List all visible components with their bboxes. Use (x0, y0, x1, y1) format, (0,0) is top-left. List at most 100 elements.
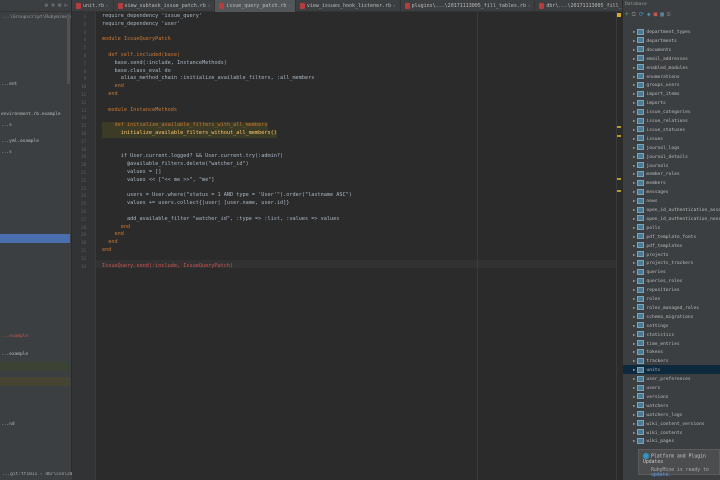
db-table-issue-relations[interactable]: ▶ issue_relations (623, 116, 720, 125)
db-table-enabled-modules[interactable]: ▶ enabled_modules (623, 63, 720, 72)
project-scrollbar[interactable] (67, 14, 70, 84)
marker[interactable] (617, 135, 621, 137)
db-table-settings[interactable]: ▶ settings (623, 321, 720, 330)
expand-arrow-icon[interactable]: ▶ (633, 198, 635, 203)
expand-arrow-icon[interactable]: ▶ (633, 278, 635, 283)
db-table-trackers[interactable]: ▶ trackers (623, 356, 720, 365)
project-tree-item[interactable]: environment.rb.example (0, 110, 70, 119)
code-line[interactable]: if User.current.logged? && User.current.… (102, 153, 283, 161)
db-table-open-id-authentication-nonces[interactable]: ▶ open_id_authentication_nonces (623, 214, 720, 223)
project-tree-item[interactable] (0, 362, 70, 371)
expand-arrow-icon[interactable]: ▶ (633, 252, 635, 257)
db-table-roles-managed-roles[interactable]: ▶ roles_managed_roles (623, 303, 720, 312)
code-line[interactable]: initialize_available_filters_without_all… (102, 130, 277, 138)
expand-arrow-icon[interactable]: ▶ (633, 127, 635, 132)
db-table-issue-statuses[interactable]: ▶ issue_statuses (623, 125, 720, 134)
expand-arrow-icon[interactable]: ▶ (633, 207, 635, 212)
expand-arrow-icon[interactable]: ▶ (633, 323, 635, 328)
expand-arrow-icon[interactable]: ▶ (633, 82, 635, 87)
expand-arrow-icon[interactable]: ▶ (633, 305, 635, 310)
expand-arrow-icon[interactable]: ▶ (633, 47, 635, 52)
code-line[interactable]: base.send(:include, InstanceMethods) (102, 60, 226, 68)
code-line[interactable]: def self.included(base) (102, 52, 180, 60)
code-line[interactable]: values = [] (102, 169, 161, 177)
db-table-members[interactable]: ▶ members (623, 178, 720, 187)
db-table-pdf-template-fonts[interactable]: ▶ pdf_template_fonts (623, 232, 720, 241)
code-editor[interactable]: 1 2 3 4 5 6 7 8 9 10 11 12 13 14 15 16 17 18 19 20 21 22 23 24 2… (72, 12, 622, 480)
db-table-watchers[interactable]: ▶ watchers (623, 401, 720, 410)
expand-arrow-icon[interactable]: ▶ (633, 180, 635, 185)
expand-arrow-icon[interactable]: ▶ (633, 216, 635, 221)
refresh-icon[interactable]: ⟳ (639, 11, 644, 19)
expand-arrow-icon[interactable]: ▶ (633, 234, 635, 239)
db-table-projects-trackers[interactable]: ▶ projects_trackers (623, 258, 720, 267)
expand-arrow-icon[interactable]: ▶ (633, 376, 635, 381)
stop-icon[interactable]: ■ (654, 11, 658, 19)
db-table-news[interactable]: ▶ news (623, 196, 720, 205)
expand-arrow-icon[interactable]: ▶ (633, 100, 635, 105)
db-table-wiki-contents[interactable]: ▶ wiki_contents (623, 428, 720, 437)
expand-arrow-icon[interactable]: ▶ (633, 163, 635, 168)
code-line[interactable]: def initialize_available_filters_with_al… (102, 122, 268, 130)
expand-arrow-icon[interactable]: ▶ (633, 412, 635, 417)
expand-arrow-icon[interactable]: ▶ (633, 38, 635, 43)
db-table-open-id-authentication-associations[interactable]: ▶ open_id_authentication_associations (623, 205, 720, 214)
gear-icon[interactable]: ⚙ (58, 2, 62, 9)
db-table-pdf-templates[interactable]: ▶ pdf_templates (623, 241, 720, 250)
project-tree-item[interactable]: ...ent (0, 80, 70, 89)
code-line[interactable]: end (102, 224, 130, 232)
close-tab-icon[interactable]: × (106, 0, 108, 12)
expand-arrow-icon[interactable]: ▶ (633, 189, 635, 194)
code-line[interactable]: IssueQuery.send(:include, IssueQueryPatc… (102, 263, 233, 271)
db-table-users[interactable]: ▶ users (623, 383, 720, 392)
code-line[interactable]: require_dependency 'user' (102, 21, 180, 29)
code-line[interactable]: module InstanceMethods (102, 107, 177, 115)
code-line[interactable]: users = User.where("status = 1 AND type … (102, 192, 352, 200)
tab-plugins-20171113005-fill-tables-rb[interactable]: plugins\...\20171113005_fill_tables.rb × (401, 0, 536, 12)
expand-arrow-icon[interactable]: ▶ (633, 29, 635, 34)
db-table-email-addresses[interactable]: ▶ email_addresses (623, 54, 720, 63)
db-table-statistics[interactable]: ▶ statistics (623, 330, 720, 339)
expand-arrow-icon[interactable]: ▶ (633, 109, 635, 114)
code-line[interactable]: values += users.collect{|user| [user.nam… (102, 200, 289, 208)
expand-arrow-icon[interactable]: ▶ (633, 118, 635, 123)
expand-arrow-icon[interactable]: ▶ (633, 332, 635, 337)
expand-arrow-icon[interactable]: ▶ (633, 171, 635, 176)
db-table-time-entries[interactable]: ▶ time_entries (623, 339, 720, 348)
db-table-imports[interactable]: ▶ imports (623, 98, 720, 107)
schema-icon[interactable]: ◈ (647, 11, 651, 19)
expand-arrow-icon[interactable]: ▶ (633, 269, 635, 274)
code-line[interactable]: end (102, 83, 123, 91)
expand-arrow-icon[interactable]: ▶ (633, 341, 635, 346)
expand-arrow-icon[interactable]: ▶ (633, 438, 635, 443)
expand-arrow-icon[interactable]: ▶ (633, 154, 635, 159)
db-table-watchers-logs[interactable]: ▶ watchers_logs (623, 410, 720, 419)
db-table-wiki-pages[interactable]: ▶ wiki_pages (623, 436, 720, 445)
expand-arrow-icon[interactable]: ▶ (633, 225, 635, 230)
expand-arrow-icon[interactable]: ▶ (633, 136, 635, 141)
code-line[interactable]: base.class_eval do (102, 68, 170, 76)
db-table-wiki-content-versions[interactable]: ▶ wiki_content_versions (623, 419, 720, 428)
hide-icon[interactable]: ⊢ (64, 2, 68, 9)
project-tree-item[interactable]: ...nd (0, 420, 70, 429)
code-line[interactable]: values << ["<< me >>", "me"] (102, 177, 214, 185)
db-table-projects[interactable]: ▶ projects (623, 250, 720, 259)
tab-unit-rb[interactable]: unit.rb × (72, 0, 114, 12)
db-table-issue-categories[interactable]: ▶ issue_categories (623, 107, 720, 116)
code-line[interactable]: module IssueQueryPatch (102, 36, 171, 44)
marker[interactable] (617, 190, 621, 192)
table-icon[interactable]: ▦ (660, 11, 664, 19)
code-line[interactable]: end (102, 91, 117, 99)
code-line[interactable]: end (102, 239, 117, 247)
expand-arrow-icon[interactable]: ▶ (633, 349, 635, 354)
code-line[interactable]: end (102, 231, 123, 239)
db-table-roles[interactable]: ▶ roles (623, 294, 720, 303)
db-table-journals[interactable]: ▶ journals (623, 161, 720, 170)
db-table-units[interactable]: ▶ units (623, 365, 720, 375)
db-table-import-items[interactable]: ▶ import_items (623, 89, 720, 98)
db-table-journal-details[interactable]: ▶ journal_details (623, 152, 720, 161)
expand-arrow-icon[interactable]: ▶ (633, 403, 635, 408)
db-table-groups-users[interactable]: ▶ groups_users (623, 80, 720, 89)
db-table-department-types[interactable]: ▶ department_types (623, 27, 720, 36)
expand-arrow-icon[interactable]: ▶ (633, 385, 635, 390)
